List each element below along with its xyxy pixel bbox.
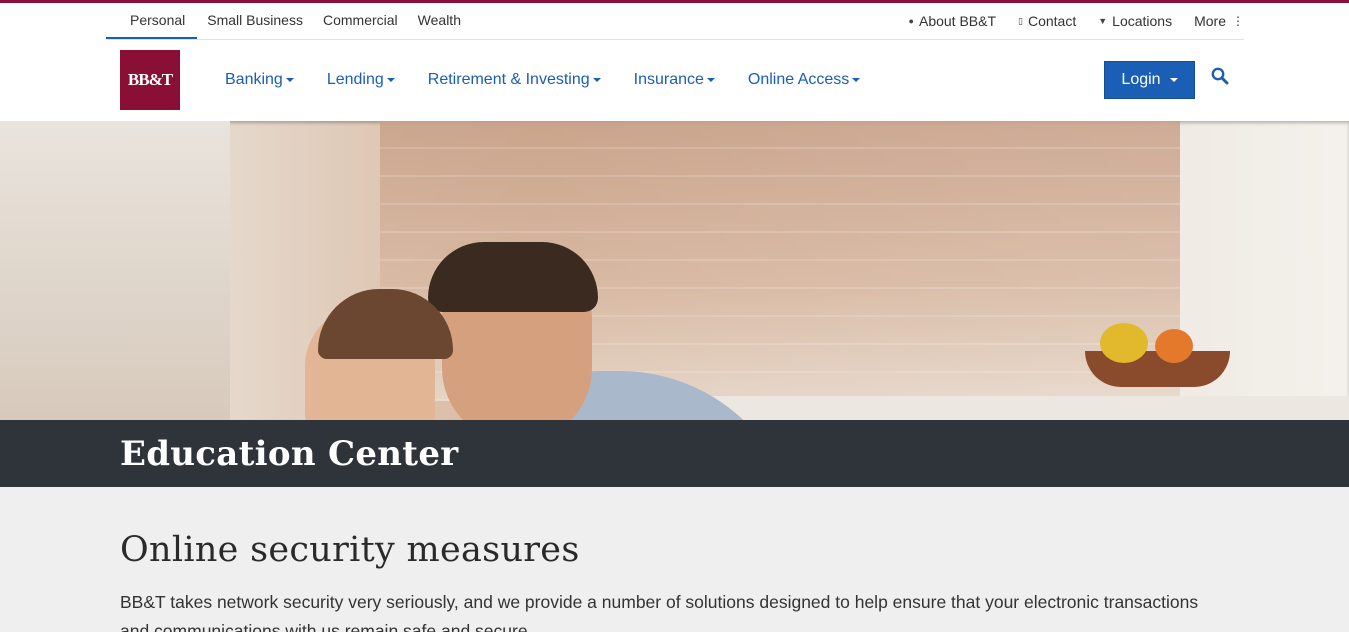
nav-online-access[interactable]: Online Access [747, 71, 861, 89]
caret-down-icon [1169, 77, 1178, 82]
nav-online-access-label: Online Access [747, 71, 850, 88]
caret-down-icon [285, 78, 294, 82]
nav-insurance[interactable]: Insurance [634, 71, 715, 89]
person-icon: ● [908, 16, 914, 26]
map-pin-icon: ▼ [1098, 16, 1108, 26]
nav-banking-label: Banking [225, 71, 283, 88]
nav-banking[interactable]: Banking [225, 71, 294, 89]
hero-man-hair [428, 242, 598, 312]
more-menu[interactable]: More ⋮ [1194, 13, 1244, 29]
segment-tab-wealth[interactable]: Wealth [408, 3, 471, 39]
hero-image [0, 121, 1349, 420]
about-link-label: About BB&T [918, 13, 997, 29]
nav-lending-label: Lending [326, 71, 384, 88]
about-link[interactable]: ● About BB&T [909, 13, 996, 29]
more-menu-label: More [1194, 13, 1226, 29]
section-title-band: Education Center [0, 420, 1349, 487]
nav-retirement-label: Retirement & Investing [427, 71, 590, 88]
search-icon-glyph [1211, 67, 1229, 84]
hero-banana [1100, 323, 1148, 363]
hero-background-left [0, 121, 230, 420]
utility-bar: Personal Small Business Commercial Wealt… [106, 3, 1244, 40]
segment-tab-small-business[interactable]: Small Business [197, 3, 313, 39]
utility-links: ● About BB&T ▯ Contact ▼ Locations More … [887, 3, 1244, 39]
login-button-label: Login [1121, 70, 1161, 88]
segment-tabs: Personal Small Business Commercial Wealt… [106, 3, 471, 39]
search-icon[interactable] [1211, 67, 1229, 90]
bbt-logo[interactable]: BB&T [120, 50, 180, 110]
nav-lending[interactable]: Lending [327, 71, 395, 89]
primary-menu: Banking Lending Retirement & Investing I… [225, 71, 1104, 89]
locations-link-label: Locations [1112, 13, 1173, 29]
page-heading: Online security measures [120, 530, 580, 570]
contact-link[interactable]: ▯ Contact [1018, 13, 1076, 29]
nav-retirement-investing[interactable]: Retirement & Investing [428, 71, 601, 89]
contact-link-label: Contact [1027, 13, 1077, 29]
main-nav: BB&T Banking Lending Retirement & Invest… [120, 50, 1229, 110]
segment-tab-personal[interactable]: Personal [106, 3, 198, 39]
phone-icon: ▯ [1018, 15, 1023, 26]
main-content: Online security measures BB&T takes netw… [0, 487, 1349, 632]
caret-down-icon [386, 78, 395, 82]
caret-down-icon [706, 78, 715, 82]
hero-kitchen-counter [640, 396, 1349, 420]
intro-paragraph: BB&T takes network security very serious… [120, 592, 1199, 632]
caret-down-icon [592, 78, 601, 82]
section-title: Education Center [120, 434, 459, 474]
nav-insurance-label: Insurance [633, 71, 704, 88]
login-button[interactable]: Login [1104, 60, 1195, 99]
vertical-dots-icon: ⋮ [1232, 14, 1244, 28]
hero-orange [1155, 329, 1193, 363]
caret-down-icon [852, 78, 861, 82]
segment-tab-commercial[interactable]: Commercial [313, 3, 408, 39]
locations-link[interactable]: ▼ Locations [1098, 13, 1172, 29]
site-header: Personal Small Business Commercial Wealt… [0, 3, 1349, 121]
